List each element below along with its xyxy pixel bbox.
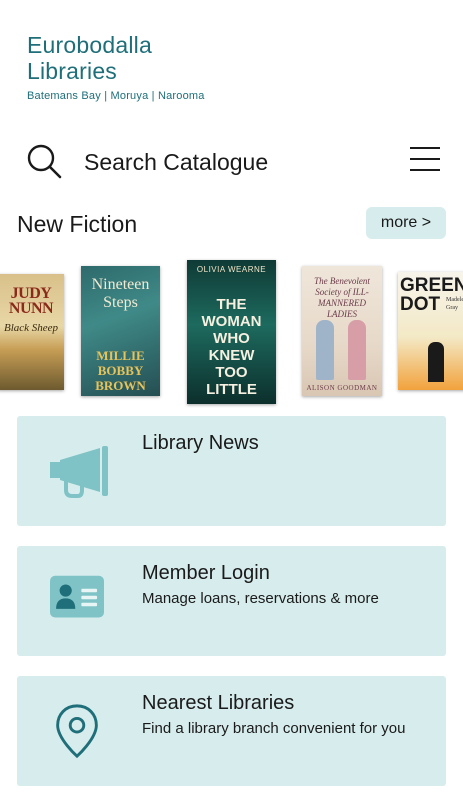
member-card-icon	[50, 575, 104, 618]
illustration-figure	[348, 320, 366, 380]
book-author: JUDY NUNN	[8, 285, 54, 317]
search-bar[interactable]: Search Catalogue	[26, 143, 440, 183]
card-title: Nearest Libraries	[142, 692, 295, 714]
book-author: Madeleine Gray	[446, 297, 463, 311]
book-title: Nineteen Steps	[91, 276, 150, 311]
more-button[interactable]: more >	[366, 207, 446, 239]
nearest-libraries-card[interactable]: Nearest Libraries Find a library branch …	[17, 676, 446, 786]
location-pin-icon	[56, 704, 98, 759]
library-logo: Eurobodalla Libraries Batemans Bay | Mor…	[27, 32, 205, 102]
logo-branches: Batemans Bay | Moruya | Narooma	[27, 90, 205, 102]
logo-line-2: Libraries	[27, 58, 118, 84]
card-title: Library News	[142, 432, 259, 454]
card-description: Find a library branch convenient for you	[142, 720, 406, 737]
library-news-card[interactable]: Library News	[17, 416, 446, 526]
book-author: OLIVIA WEARNE	[196, 265, 267, 274]
search-icon[interactable]	[26, 143, 62, 179]
book-cover-woman-who-knew-too-little[interactable]: OLIVIA WEARNE THE WOMAN WHO KNEW TOO LIT…	[187, 260, 276, 404]
megaphone-icon	[50, 446, 108, 498]
logo-line-1: Eurobodalla	[27, 32, 152, 58]
book-title: GREEN DOT	[400, 275, 463, 315]
book-title: Black Sheep	[3, 322, 59, 334]
book-cover-ill-mannered-ladies[interactable]: The Benevolent Society of ILL-MANNERED L…	[302, 266, 382, 396]
member-login-card[interactable]: Member Login Manage loans, reservations …	[17, 546, 446, 656]
book-author: MILLIE BOBBY BROWN	[95, 348, 146, 393]
book-cover-green-dot[interactable]: GREEN DOT Madeleine Gray	[398, 272, 463, 390]
search-catalogue-input[interactable]: Search Catalogue	[84, 149, 268, 176]
book-author: ALISON GOODMAN	[306, 384, 378, 392]
new-fiction-carousel[interactable]: JUDY NUNN Black Sheep Nineteen Steps MIL…	[0, 258, 463, 408]
illustration-figure	[428, 342, 444, 382]
book-title: THE WOMAN WHO KNEW TOO LITTLE	[201, 296, 262, 398]
book-title: The Benevolent Society of ILL-MANNERED L…	[314, 276, 370, 319]
card-description: Manage loans, reservations & more	[142, 590, 379, 607]
book-cover-black-sheep[interactable]: JUDY NUNN Black Sheep	[0, 274, 64, 390]
card-title: Member Login	[142, 562, 270, 584]
illustration-figure	[316, 320, 334, 380]
new-fiction-heading: New Fiction	[17, 211, 138, 237]
book-cover-nineteen-steps[interactable]: Nineteen Steps MILLIE BOBBY BROWN	[81, 266, 160, 396]
hamburger-menu-icon[interactable]	[410, 147, 440, 171]
